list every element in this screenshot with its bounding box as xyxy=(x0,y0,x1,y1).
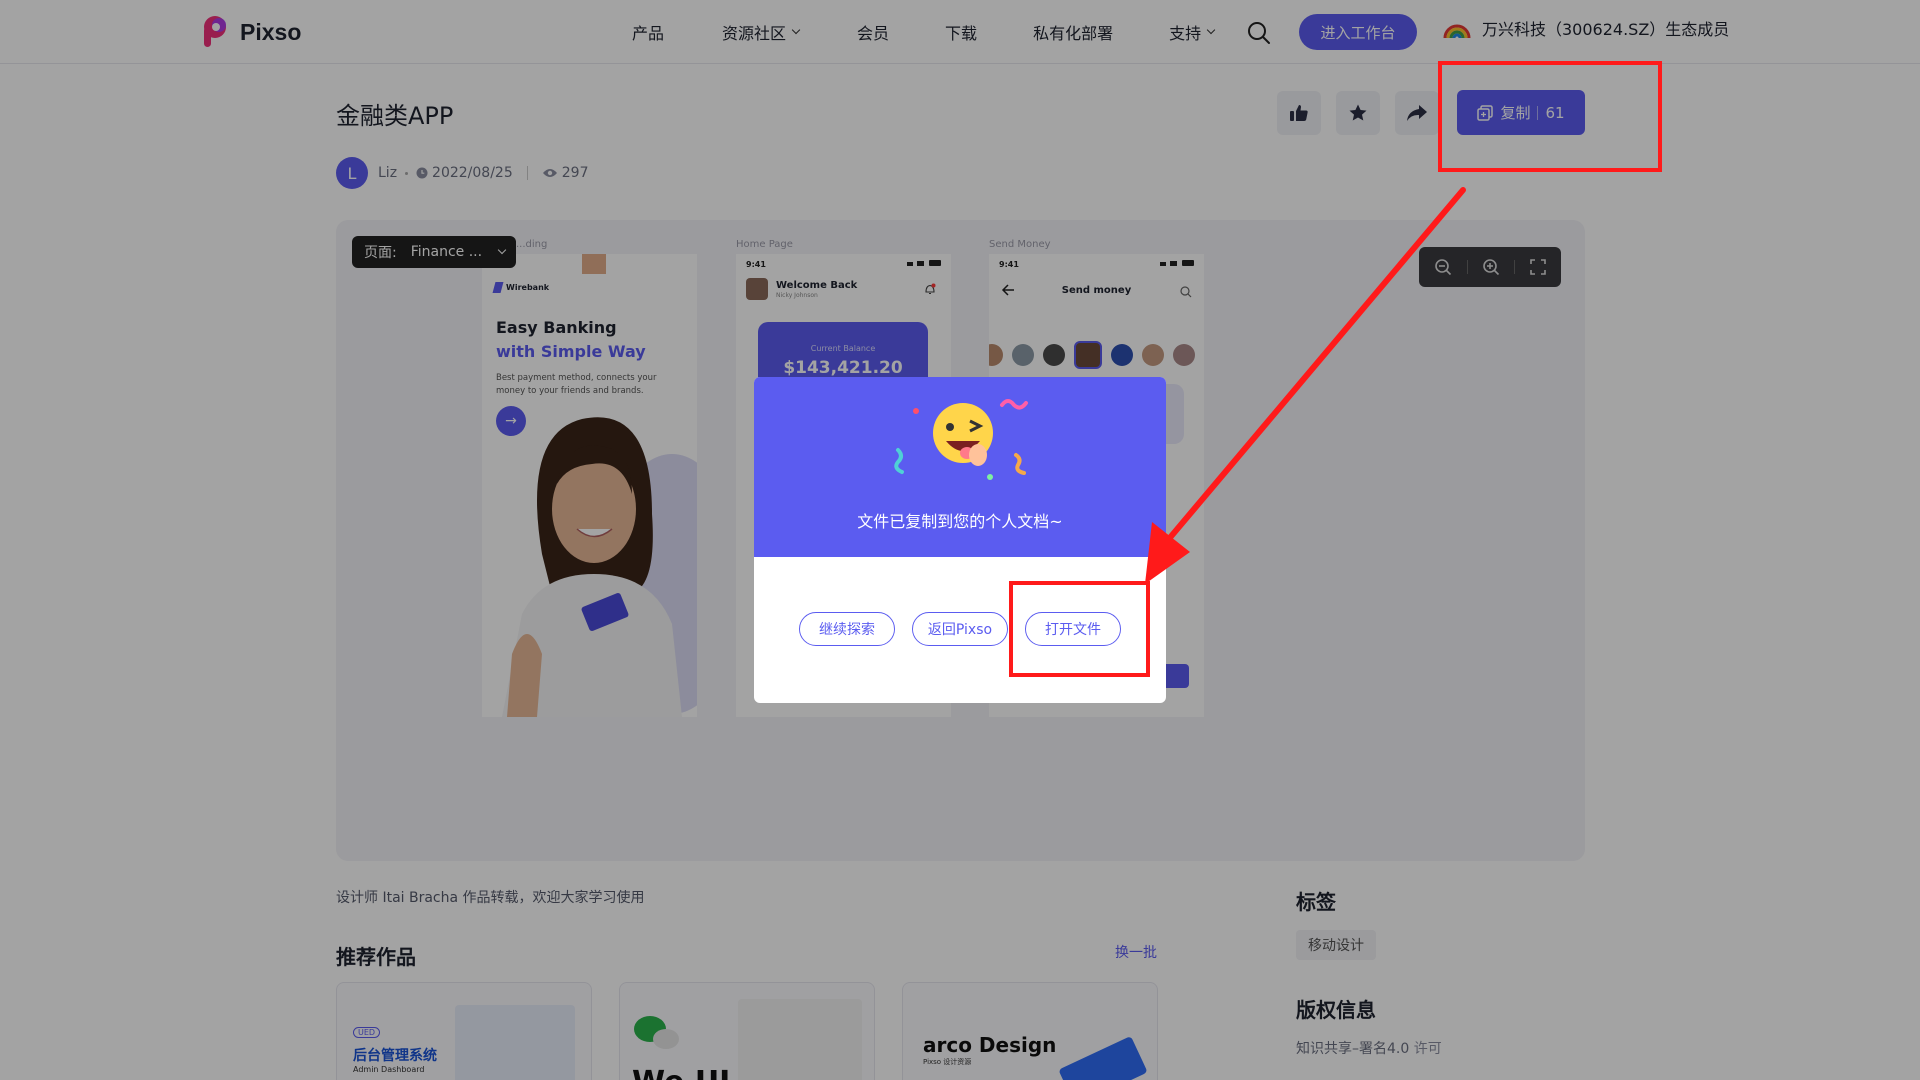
dialog-message: 文件已复制到您的个人文档~ xyxy=(857,512,1063,531)
dialog-banner: 文件已复制到您的个人文档~ xyxy=(754,377,1166,557)
continue-explore-button[interactable]: 继续探索 xyxy=(799,612,895,646)
highlight-box-copy xyxy=(1438,61,1662,172)
highlight-box-open-file xyxy=(1009,581,1150,677)
back-to-pixso-button[interactable]: 返回Pixso xyxy=(912,612,1008,646)
celebration-emoji-icon xyxy=(894,399,1028,480)
